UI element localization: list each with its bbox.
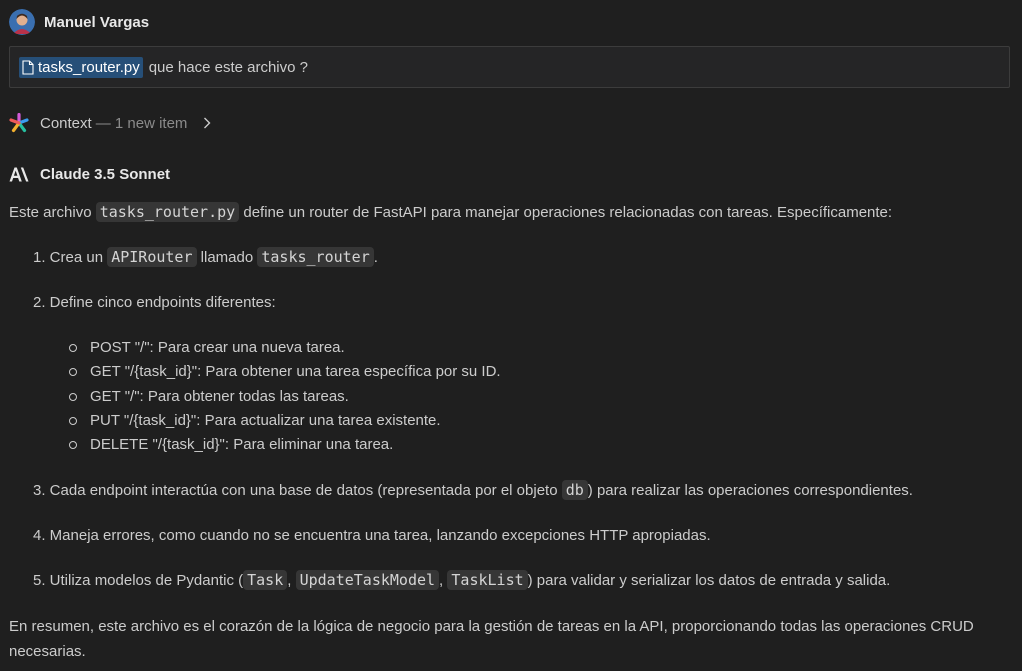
endpoint-item: POST "/": Para crear una nueva tarea.	[69, 336, 501, 360]
endpoint-item: GET "/{task_id}": Para obtener una tarea…	[69, 360, 501, 384]
list-number: 5.	[33, 572, 46, 589]
spark-icon	[9, 113, 29, 133]
inline-code: TaskList	[447, 570, 528, 590]
intro-text: define un router de FastAPI para manejar…	[239, 204, 893, 221]
step-text: ) para realizar las operaciones correspo…	[587, 482, 913, 499]
prompt-text: que hace este archivo ?	[148, 58, 308, 76]
intro-text: Este archivo	[9, 204, 96, 221]
context-count: — 1 new item	[95, 114, 188, 132]
step-text: Crea un	[45, 249, 108, 266]
inline-code: tasks_router	[257, 247, 374, 267]
list-item: 3. Cada endpoint interactúa con una base…	[33, 478, 913, 503]
endpoint-list: POST "/": Para crear una nueva tarea. GE…	[69, 336, 501, 457]
list-number: 2.	[33, 294, 46, 311]
list-item: 2. Define cinco endpoints diferentes:	[33, 291, 276, 315]
anthropic-logo-icon	[9, 167, 29, 182]
list-number: 1.	[33, 249, 46, 266]
step-text: Cada endpoint interactúa con una base de…	[45, 482, 562, 499]
user-header: Manuel Vargas	[9, 9, 149, 35]
step-text: llamado	[196, 249, 258, 266]
step-text: Define cinco endpoints diferentes:	[45, 294, 276, 311]
file-icon	[22, 59, 34, 75]
file-chip[interactable]: tasks_router.py	[19, 56, 143, 78]
inline-code: UpdateTaskModel	[295, 570, 440, 590]
inline-code: Task	[243, 570, 288, 590]
response-intro: Este archivo tasks_router.py define un r…	[9, 200, 892, 225]
step-text: .	[373, 249, 378, 266]
list-item: 4. Maneja errores, como cuando no se enc…	[33, 524, 711, 548]
avatar	[9, 9, 35, 35]
assistant-header: Claude 3.5 Sonnet	[9, 166, 170, 183]
list-number: 4.	[33, 527, 46, 544]
user-name: Manuel Vargas	[44, 13, 150, 31]
step-text: ,	[287, 572, 296, 589]
endpoint-item: PUT "/{task_id}": Para actualizar una ta…	[69, 409, 501, 433]
context-toggle[interactable]: Context — 1 new item	[9, 113, 211, 133]
inline-code: tasks_router.py	[95, 202, 240, 222]
assistant-name: Claude 3.5 Sonnet	[40, 166, 171, 183]
endpoint-item: DELETE "/{task_id}": Para eliminar una t…	[69, 433, 501, 457]
inline-code: db	[561, 480, 588, 500]
file-chip-label: tasks_router.py	[38, 58, 140, 76]
inline-code: APIRouter	[107, 247, 197, 267]
list-item: 1. Crea un APIRouter llamado tasks_route…	[33, 245, 378, 270]
user-message: tasks_router.py que hace este archivo ?	[9, 46, 1010, 88]
step-text: Utiliza modelos de Pydantic (	[45, 572, 244, 589]
response-summary: En resumen, este archivo es el corazón d…	[9, 618, 974, 660]
step-text: ) para validar y serializar los datos de…	[527, 572, 891, 589]
list-number: 3.	[33, 482, 46, 499]
list-item: 5. Utiliza modelos de Pydantic (Task, Up…	[33, 568, 890, 593]
endpoint-item: GET "/": Para obtener todas las tareas.	[69, 385, 501, 409]
step-text: Maneja errores, como cuando no se encuen…	[45, 527, 711, 544]
chevron-right-icon	[204, 117, 211, 129]
context-label: Context	[40, 114, 92, 132]
